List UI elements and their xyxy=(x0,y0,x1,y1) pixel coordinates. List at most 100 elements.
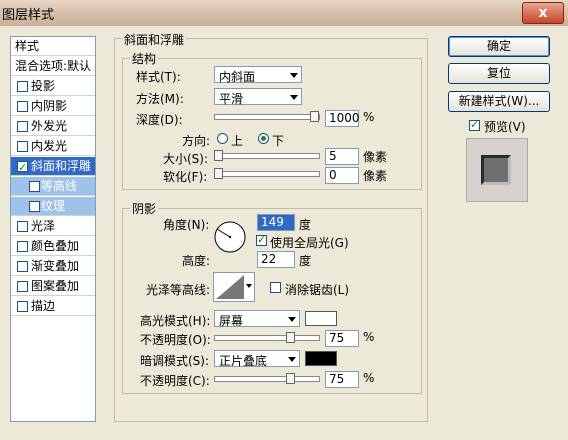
style-item-checkbox[interactable] xyxy=(17,101,28,112)
bevel-emboss-title: 斜面和浮雕 xyxy=(122,31,187,48)
depth-slider-thumb[interactable] xyxy=(310,111,319,122)
depth-input[interactable]: 1000 xyxy=(325,110,360,127)
shadow-opacity-input[interactable]: 75 xyxy=(325,371,359,388)
close-button[interactable]: x xyxy=(522,2,564,24)
shadow-mode-label: 暗调模式(S): xyxy=(140,354,210,368)
technique-select[interactable]: 平滑 xyxy=(214,88,302,106)
chevron-down-icon xyxy=(246,284,252,288)
style-item-label: 内阴影 xyxy=(31,99,68,113)
style-item-label: 颜色叠加 xyxy=(31,239,80,253)
direction-label: 方向: xyxy=(182,134,211,148)
shading-title: 阴影 xyxy=(130,200,159,217)
soften-slider[interactable] xyxy=(214,168,320,179)
style-item-label: 描边 xyxy=(31,299,56,313)
style-item-11[interactable]: 渐变叠加 xyxy=(11,257,95,276)
preview-label: 预览(V) xyxy=(484,120,526,134)
highlight-mode-select[interactable]: 屏幕 xyxy=(214,310,300,328)
highlight-opacity-slider-thumb[interactable] xyxy=(286,332,295,343)
shadow-opacity-slider[interactable] xyxy=(214,373,320,384)
style-item-1[interactable]: 混合选项:默认 xyxy=(11,57,95,76)
altitude-input[interactable]: 22 xyxy=(257,251,295,268)
style-item-10[interactable]: 颜色叠加 xyxy=(11,237,95,256)
style-item-label: 渐变叠加 xyxy=(31,259,80,273)
check-icon: ✓ xyxy=(18,161,28,174)
style-label: 样式(T): xyxy=(136,70,181,84)
style-item-13[interactable]: 描边 xyxy=(11,297,95,316)
style-item-checkbox[interactable] xyxy=(17,81,28,92)
preview-checkbox[interactable] xyxy=(469,118,480,131)
style-item-3[interactable]: 内阴影 xyxy=(11,97,95,116)
new-style-button[interactable]: 新建样式(W)... xyxy=(448,91,550,112)
style-item-label: 图案叠加 xyxy=(31,279,80,293)
style-item-2[interactable]: 投影 xyxy=(11,77,95,96)
altitude-label: 高度: xyxy=(182,254,211,268)
style-item-checkbox[interactable] xyxy=(17,281,28,292)
style-item-8[interactable]: 纹理 xyxy=(11,197,95,216)
antialias-checkbox[interactable] xyxy=(270,282,281,293)
gloss-contour-picker[interactable] xyxy=(213,272,255,302)
reset-button[interactable]: 复位 xyxy=(448,63,550,84)
depth-slider[interactable] xyxy=(214,111,320,122)
altitude-unit: 度 xyxy=(299,254,312,268)
style-item-5[interactable]: 内发光 xyxy=(11,137,95,156)
angle-label: 角度(N): xyxy=(163,218,210,232)
contour-preview-icon xyxy=(216,275,244,299)
direction-down-label: 下 xyxy=(272,134,285,148)
chevron-down-icon xyxy=(290,95,298,100)
styles-header[interactable]: 样式 xyxy=(11,37,95,56)
global-light-checkbox[interactable] xyxy=(256,233,267,246)
preview-swatch xyxy=(481,155,511,185)
style-item-checkbox[interactable] xyxy=(17,121,28,132)
style-item-6[interactable]: ✓ 斜面和浮雕 xyxy=(11,157,95,176)
style-item-checkbox[interactable] xyxy=(17,141,28,152)
style-item-checkbox[interactable] xyxy=(17,261,28,272)
style-item-checkbox[interactable] xyxy=(29,201,40,212)
style-item-checkbox[interactable]: ✓ xyxy=(17,161,28,174)
style-select[interactable]: 内斜面 xyxy=(214,66,302,84)
styles-list: 样式 混合选项:默认投影内阴影外发光内发光 ✓ 斜面和浮雕 等高线纹理光泽颜色叠加渐变… xyxy=(10,36,96,422)
size-input[interactable]: 5 xyxy=(325,148,359,165)
shadow-opacity-unit: % xyxy=(363,371,375,385)
highlight-opacity-input[interactable]: 75 xyxy=(325,330,359,347)
shadow-opacity-slider-thumb[interactable] xyxy=(286,373,295,384)
depth-label: 深度(D): xyxy=(136,113,183,127)
chevron-down-icon xyxy=(288,357,296,362)
style-value: 内斜面 xyxy=(219,70,256,84)
soften-label: 软化(F): xyxy=(163,170,208,184)
technique-label: 方法(M): xyxy=(136,92,184,106)
style-item-7[interactable]: 等高线 xyxy=(11,177,95,196)
style-item-9[interactable]: 光泽 xyxy=(11,217,95,236)
size-unit: 像素 xyxy=(363,150,388,164)
angle-input[interactable]: 149 xyxy=(257,214,295,231)
highlight-color-swatch[interactable] xyxy=(305,311,337,326)
window-title: 图层样式 xyxy=(2,8,55,23)
style-item-checkbox[interactable] xyxy=(29,181,40,192)
preview-thumbnail xyxy=(466,138,528,202)
style-item-4[interactable]: 外发光 xyxy=(11,117,95,136)
size-slider[interactable] xyxy=(214,150,320,161)
soften-slider-thumb[interactable] xyxy=(214,168,223,179)
title-bar[interactable]: 图层样式 x xyxy=(0,0,568,26)
angle-dial[interactable] xyxy=(213,220,247,254)
style-item-label: 光泽 xyxy=(31,219,56,233)
style-item-label: 混合选项:默认 xyxy=(15,59,92,73)
direction-down-radio[interactable] xyxy=(258,133,269,144)
highlight-opacity-label: 不透明度(O): xyxy=(140,333,211,347)
shadow-mode-select[interactable]: 正片叠底 xyxy=(214,350,300,368)
direction-up-radio[interactable] xyxy=(217,133,228,144)
highlight-opacity-slider[interactable] xyxy=(214,332,320,343)
soften-unit: 像素 xyxy=(363,169,388,183)
shadow-color-swatch[interactable] xyxy=(305,351,337,366)
ok-button[interactable]: 确定 xyxy=(448,36,550,57)
size-slider-thumb[interactable] xyxy=(214,150,223,161)
style-item-label: 纹理 xyxy=(41,199,66,213)
layer-style-dialog: 样式 混合选项:默认 投影 内阴影 外发光 内发光 ✓ 斜面和浮雕 等高线 纹理 光泽 颜色叠加 渐变… xyxy=(0,26,568,440)
soften-input[interactable]: 0 xyxy=(325,167,359,184)
style-item-checkbox[interactable] xyxy=(17,301,28,312)
style-item-checkbox[interactable] xyxy=(17,221,28,232)
structure-title: 结构 xyxy=(130,50,159,67)
style-item-checkbox[interactable] xyxy=(17,241,28,252)
style-item-label: 内发光 xyxy=(31,139,68,153)
close-icon: x xyxy=(538,5,548,21)
style-item-12[interactable]: 图案叠加 xyxy=(11,277,95,296)
